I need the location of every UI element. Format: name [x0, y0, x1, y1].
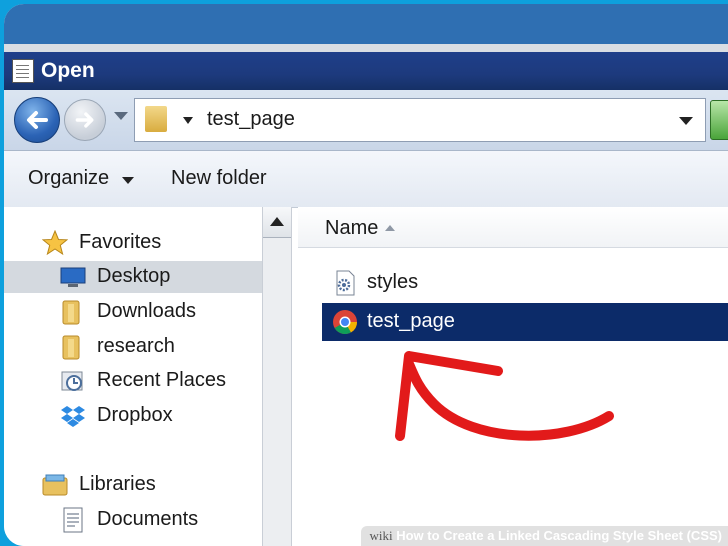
watermark: wiki How to Create a Linked Cascading St…	[361, 526, 728, 546]
screenshot-canvas: Open test_page Organize New folder Favor…	[4, 4, 728, 546]
watermark-wiki: wiki	[369, 528, 393, 543]
watermark-text: How to Create a Linked Cascading Style S…	[396, 528, 722, 543]
red-arrow-annotation	[395, 351, 614, 441]
